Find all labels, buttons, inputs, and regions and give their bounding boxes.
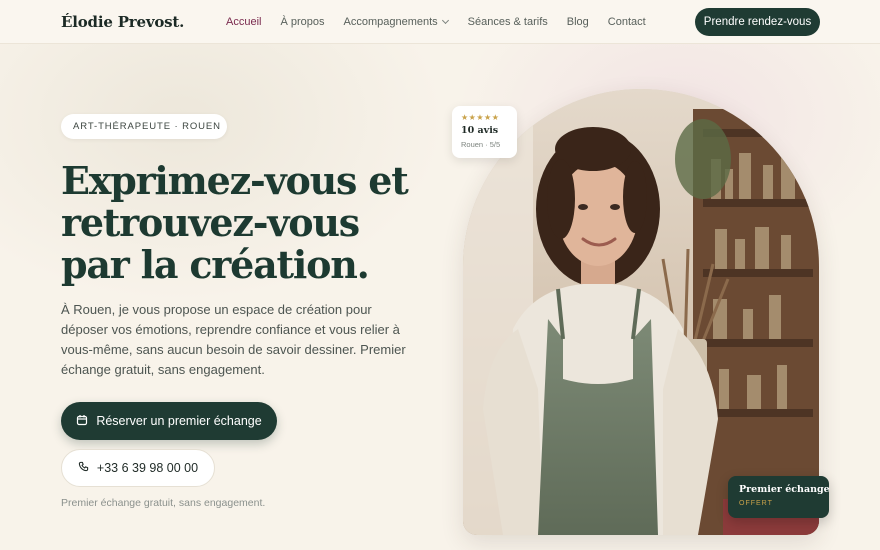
chevron-down-icon [441, 16, 449, 25]
nav-item-contact[interactable]: Contact [608, 16, 646, 28]
calendar-icon [76, 414, 88, 429]
offer-title: Premier échange [739, 484, 830, 495]
hero-headline: Exprimez-vous et retrouvez-vous par la c… [61, 158, 409, 287]
offer-subtitle: OFFERT [739, 500, 773, 507]
book-appointment-button[interactable]: Prendre rendez-vous [695, 8, 820, 36]
nav-item-accueil[interactable]: Accueil [226, 16, 261, 28]
reviews-count: 10 avis [461, 125, 499, 136]
free-exchange-note: Premier échange gratuit, sans engagement… [61, 497, 266, 509]
rating-stars: ★★★★★ [461, 113, 500, 122]
profession-badge-label: ART-THÉRAPEUTE · ROUEN [73, 121, 221, 132]
nav-item-blog[interactable]: Blog [567, 16, 589, 28]
portrait-photo [463, 89, 819, 535]
brand-logo[interactable]: Élodie Prevost. [61, 13, 184, 31]
nav-item-accompagnements-label: Accompagnements [343, 16, 438, 28]
phone-number: +33 6 39 98 00 00 [96, 461, 199, 475]
hero-lead: À Rouen, je vous propose un espace de cr… [61, 302, 406, 377]
reserve-button-label: Réserver un premier échange [96, 414, 262, 428]
site-header: Élodie Prevost. Accueil À propos Accompa… [0, 0, 880, 44]
nav-item-seances-tarifs[interactable]: Séances & tarifs [468, 16, 548, 28]
main-nav: Accueil À propos Accompagnements Séances… [226, 16, 646, 28]
nav-item-accompagnements[interactable]: Accompagnements [343, 16, 449, 28]
reviews-location-score: Rouen · 5/5 [461, 140, 501, 149]
reserve-first-exchange-button[interactable]: Réserver un premier échange [61, 402, 277, 440]
profession-badge: ART-THÉRAPEUTE · ROUEN [61, 114, 227, 139]
phone-icon [78, 461, 89, 475]
reviews-card: ★★★★★ 10 avis Rouen · 5/5 [452, 106, 517, 158]
offer-card: Premier échange OFFERT [728, 476, 830, 518]
phone-button[interactable]: +33 6 39 98 00 00 [61, 449, 215, 487]
nav-item-a-propos[interactable]: À propos [280, 16, 324, 28]
